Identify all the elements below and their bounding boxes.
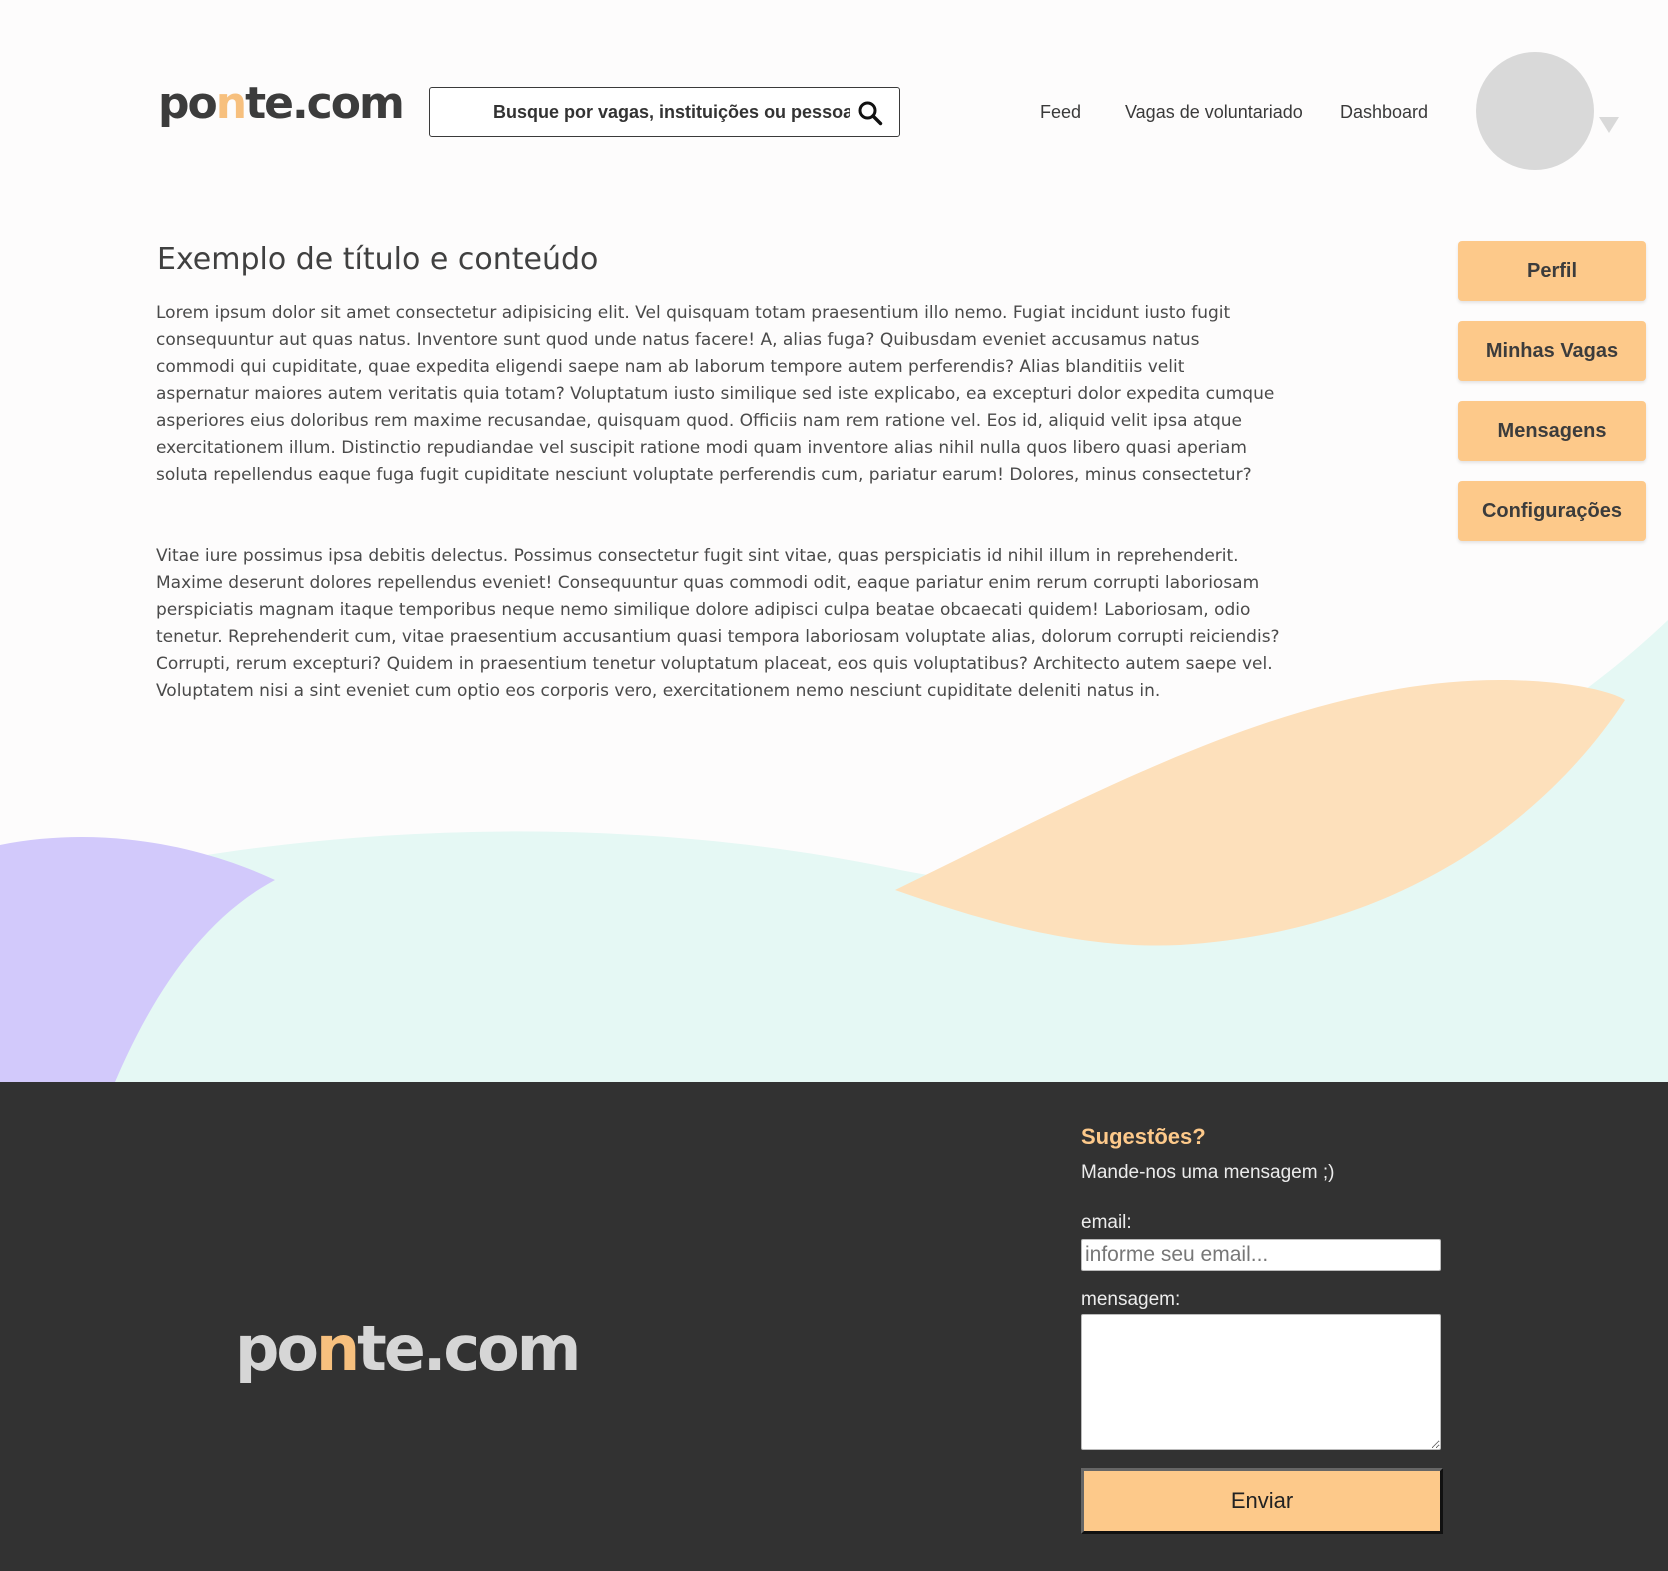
logo-text-end: te.com [357,1312,581,1385]
suggestions-title: Sugestões? [1081,1124,1206,1149]
logo-text-end: te.com [245,78,405,129]
logo-arch-letter: n [315,1312,360,1385]
content-paragraph: Vitae iure possimus ipsa debitis delectu… [156,546,1280,701]
perfil-button[interactable]: Perfil [1458,241,1646,301]
nav-feed[interactable]: Feed [1040,102,1081,123]
configuracoes-button[interactable]: Configurações [1458,481,1646,541]
minhas-vagas-button[interactable]: Minhas Vagas [1458,321,1646,381]
send-button[interactable]: Enviar [1081,1468,1443,1534]
search-icon[interactable] [857,100,883,126]
logo-text-start: po [235,1312,319,1385]
content-paragraph: Lorem ipsum dolor sit amet consectetur a… [156,303,1275,485]
nav-vagas-voluntariado[interactable]: Vagas de voluntariado [1125,102,1303,123]
message-textarea[interactable] [1081,1314,1441,1450]
message-label: mensagem: [1081,1289,1181,1310]
email-field[interactable] [1081,1239,1441,1271]
user-avatar[interactable] [1476,52,1594,170]
search-input[interactable] [430,88,850,136]
page-title: Exemplo de título e conteúdo [157,242,599,277]
site-logo[interactable]: ponte.com [158,82,405,126]
logo-arch-letter: n [215,78,247,129]
chevron-down-icon[interactable] [1599,117,1619,133]
mensagens-button[interactable]: Mensagens [1458,401,1646,461]
footer: ponte.com Sugestões? Mande-nos uma mensa… [0,1082,1668,1571]
footer-logo[interactable]: ponte.com [235,1318,581,1380]
suggestions-subtitle: Mande-nos uma mensagem ;) [1081,1162,1335,1183]
logo-text-start: po [158,78,218,129]
nav-dashboard[interactable]: Dashboard [1340,102,1428,123]
email-label: email: [1081,1212,1132,1233]
search-bar [429,87,900,137]
